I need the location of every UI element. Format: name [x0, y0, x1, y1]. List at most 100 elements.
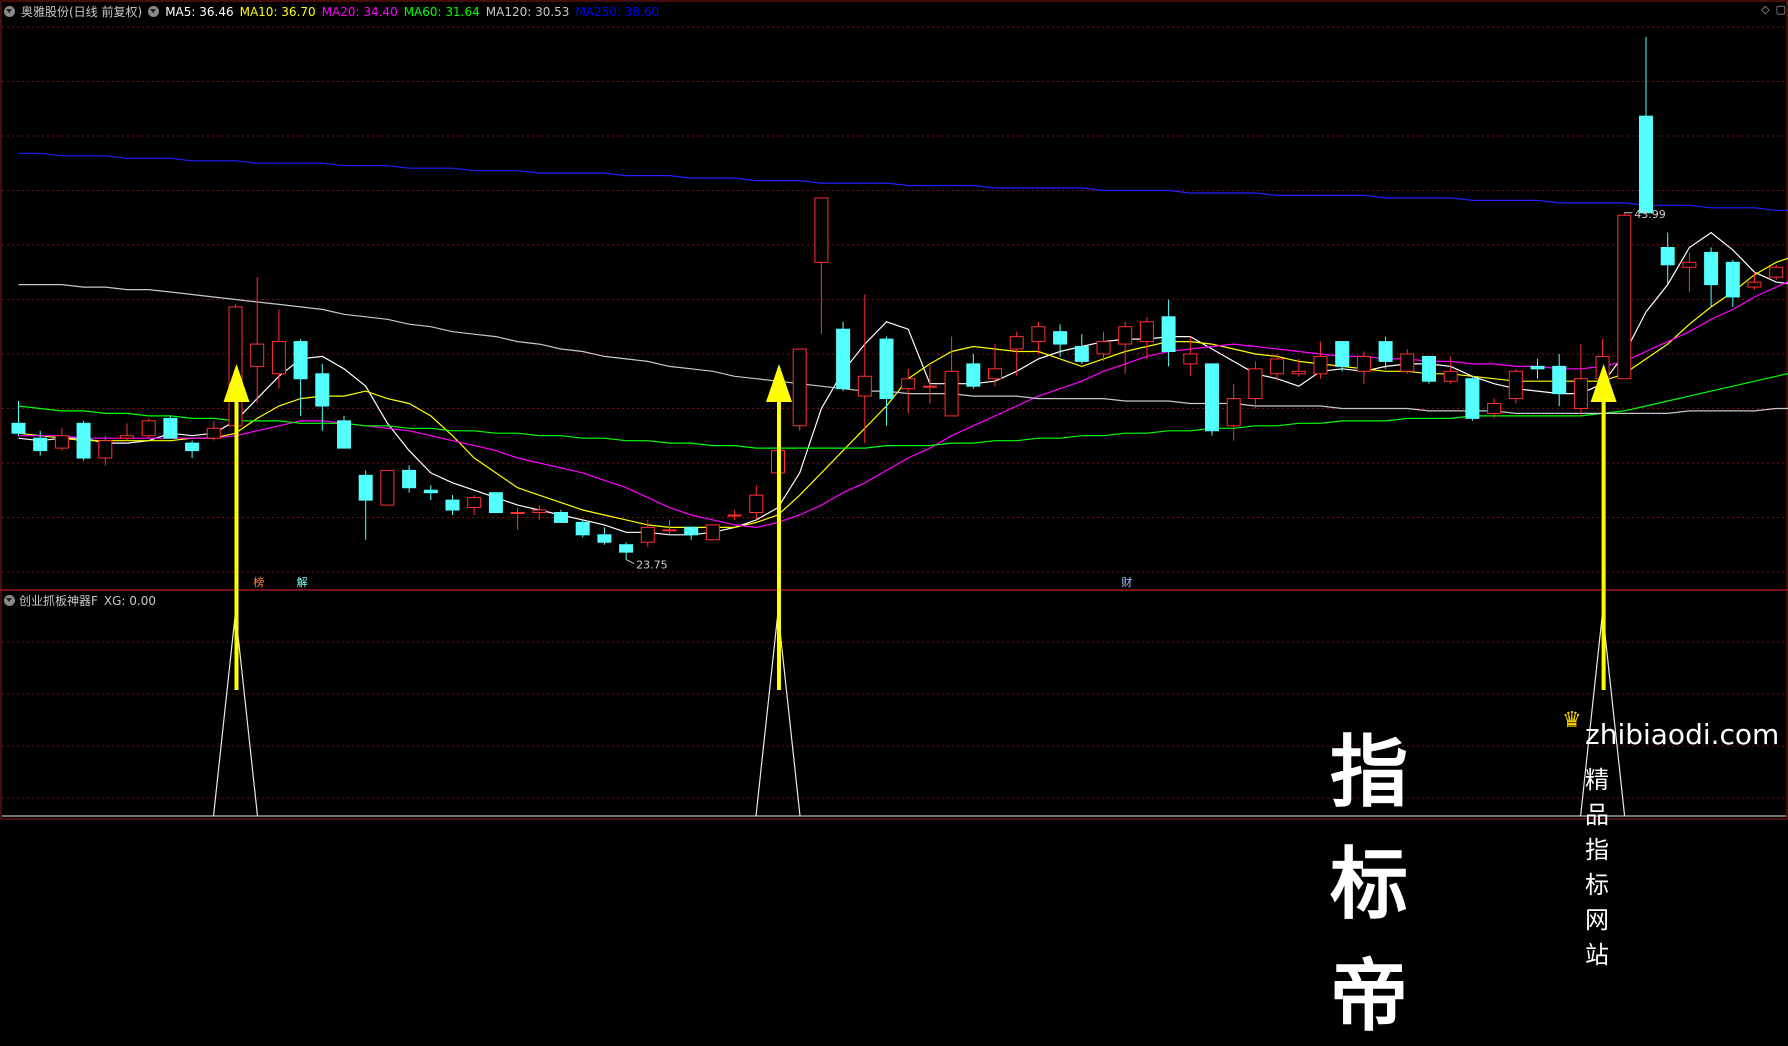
candle-body — [945, 371, 958, 416]
candle-body — [1357, 356, 1370, 371]
high-label: 43.99 — [1634, 208, 1666, 221]
candle-body — [1075, 347, 1088, 362]
crown-icon: ♛ — [1562, 708, 1582, 733]
candle-body — [1574, 379, 1587, 409]
candle-body — [424, 490, 437, 492]
ma-label-3: MA60: 31.64 — [404, 5, 480, 19]
candle-body — [1271, 359, 1284, 374]
event-marker-2[interactable]: 财 — [1121, 574, 1132, 590]
candle-body — [967, 364, 980, 386]
candle-body — [1770, 267, 1783, 277]
diamond-icon[interactable]: ◇ — [1761, 3, 1769, 16]
candle-body — [1184, 354, 1197, 364]
candle-body — [121, 436, 134, 438]
candle-body — [858, 376, 871, 396]
candle-body — [1162, 317, 1175, 352]
candle-body — [1032, 327, 1045, 342]
main-chart-header: 奥雅股份(日线 前复权) MA5: 36.46MA10: 36.70MA20: … — [4, 3, 671, 20]
candle-body — [837, 329, 850, 388]
candle-body — [338, 421, 351, 448]
candle-body — [489, 493, 502, 513]
candle-body — [598, 535, 611, 542]
candle-body — [1661, 247, 1674, 264]
candle-body — [1640, 116, 1653, 213]
candle-body — [1379, 342, 1392, 362]
ma-label-1: MA10: 36.70 — [240, 5, 316, 19]
candle-body — [272, 342, 285, 374]
candle-body — [1726, 262, 1739, 297]
candlestick-chart: 43.99 23.75 — [0, 0, 1788, 820]
stock-chart-window: 43.99 23.75 奥雅股份(日线 前复权) MA5: 36.46 MA10: … — [0, 0, 1788, 820]
window-controls: ◇ ▢ — [1761, 3, 1786, 16]
candle-body — [1488, 404, 1501, 414]
ma-line-ma20 — [19, 277, 1788, 527]
candle-body — [880, 339, 893, 398]
ma-label-4: MA120: 30.53 — [486, 5, 570, 19]
candle-body — [1292, 371, 1305, 373]
candle-body — [251, 344, 264, 366]
candle-body — [34, 438, 47, 450]
candle-body — [1119, 327, 1132, 344]
signal-arrow-head — [224, 364, 250, 402]
candle-body — [706, 525, 719, 540]
event-marker-0[interactable]: 榜 — [253, 574, 264, 590]
sub-panel-header: 创业抓板神器F XG: 0.00 — [4, 592, 156, 609]
watermark-brand: 指标帝 — [1330, 710, 1410, 1046]
candle-body — [1314, 356, 1327, 373]
sub-panel-collapse-icon[interactable] — [4, 595, 15, 606]
collapse-icon[interactable] — [4, 6, 15, 17]
candle-body — [294, 342, 307, 379]
candle-body — [1140, 322, 1153, 342]
candle-body — [403, 470, 416, 487]
candle-body — [1444, 371, 1457, 381]
signal-arrow-head — [766, 364, 792, 402]
candle-body — [1097, 342, 1110, 354]
window-icon[interactable]: ▢ — [1776, 3, 1786, 16]
low-leader — [626, 560, 634, 564]
candle-body — [316, 374, 329, 406]
candle-body — [142, 421, 155, 436]
candle-body — [750, 495, 763, 512]
xg-value: XG: 0.00 — [104, 594, 156, 608]
ma-legend: MA5: 36.46MA10: 36.70MA20: 34.40MA60: 31… — [165, 5, 665, 19]
candle-body — [641, 527, 654, 542]
candle-body — [555, 513, 568, 523]
candle-body — [164, 418, 177, 438]
candle-body — [186, 443, 199, 450]
indicator-title: 创业抓板神器F — [19, 592, 98, 609]
candle-body — [381, 470, 394, 505]
ma-label-0: MA5: 36.46 — [165, 5, 233, 19]
candle-body — [1336, 342, 1349, 367]
stock-name: 奥雅股份(日线 前复权) — [21, 3, 142, 20]
ma-line-ma250 — [19, 153, 1788, 210]
watermark-url: zhibiaodi.com — [1585, 718, 1779, 751]
candle-body — [1553, 366, 1566, 393]
candle-body — [55, 436, 68, 448]
candle-body — [468, 498, 481, 508]
candle-body — [1206, 364, 1219, 431]
candle-body — [1054, 332, 1067, 344]
candle-body — [1423, 356, 1436, 381]
candle-body — [12, 423, 25, 433]
low-label: 23.75 — [636, 559, 668, 572]
chart-frame — [1, 1, 1787, 819]
candle-body — [77, 423, 90, 458]
candle-body — [1618, 215, 1631, 378]
event-marker-1[interactable]: 解 — [297, 574, 308, 590]
candle-body — [1466, 379, 1479, 419]
indicator-menu-icon[interactable] — [148, 6, 159, 17]
ma-label-5: MA250: 38.60 — [575, 5, 659, 19]
candle-body — [989, 369, 1002, 379]
candle-body — [1401, 354, 1414, 371]
candle-body — [728, 515, 741, 516]
candle-body — [511, 513, 524, 514]
candle-body — [1705, 252, 1718, 284]
candle-body — [1683, 262, 1696, 267]
candle-body — [359, 475, 372, 500]
candle-body — [446, 500, 459, 510]
watermark-tagline: 精品指标网站 — [1585, 760, 1615, 970]
candle-body — [902, 379, 915, 389]
candle-body — [793, 349, 806, 426]
candle-body — [99, 441, 112, 458]
candle-body — [815, 198, 828, 262]
